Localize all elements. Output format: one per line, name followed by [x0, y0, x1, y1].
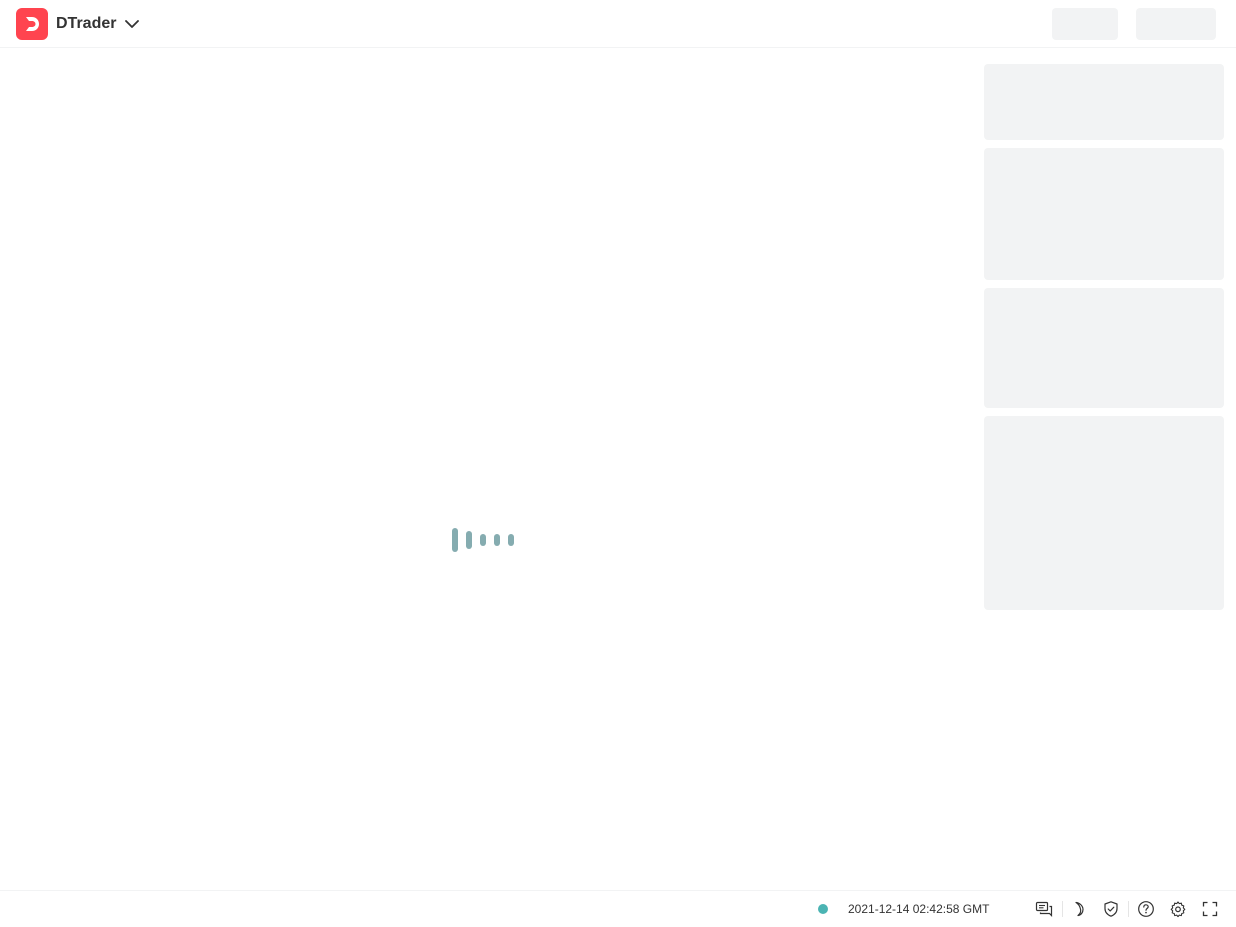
chart-area: [0, 48, 968, 890]
purchase-skeleton: [984, 416, 1224, 610]
duration-skeleton: [984, 148, 1224, 280]
connection-status-indicator: [818, 904, 828, 914]
trade-container: [0, 48, 1236, 890]
chat-icon[interactable]: [1035, 900, 1053, 918]
deriv-logo-icon: [16, 8, 48, 40]
responsible-trading-icon[interactable]: [1102, 900, 1120, 918]
fullscreen-icon[interactable]: [1201, 900, 1219, 918]
settings-icon[interactable]: [1169, 900, 1187, 918]
dark-mode-icon[interactable]: [1070, 900, 1088, 918]
deposit-skeleton: [1136, 8, 1216, 40]
account-skeleton: [1052, 8, 1118, 40]
app-name: DTrader: [56, 15, 117, 32]
loading-bars-icon: [452, 528, 518, 552]
contract-type-skeleton: [984, 64, 1224, 140]
server-time: 2021-12-14 02:42:58 GMT: [848, 902, 990, 916]
help-icon[interactable]: [1137, 900, 1155, 918]
footer-divider: [1128, 901, 1129, 917]
footer: 2021-12-14 02:42:58 GMT: [0, 890, 1236, 926]
platform-switcher[interactable]: DTrader: [16, 8, 140, 40]
stake-skeleton: [984, 288, 1224, 408]
chevron-down-icon[interactable]: [124, 16, 140, 32]
footer-divider: [1062, 901, 1063, 917]
header: DTrader: [0, 0, 1236, 48]
